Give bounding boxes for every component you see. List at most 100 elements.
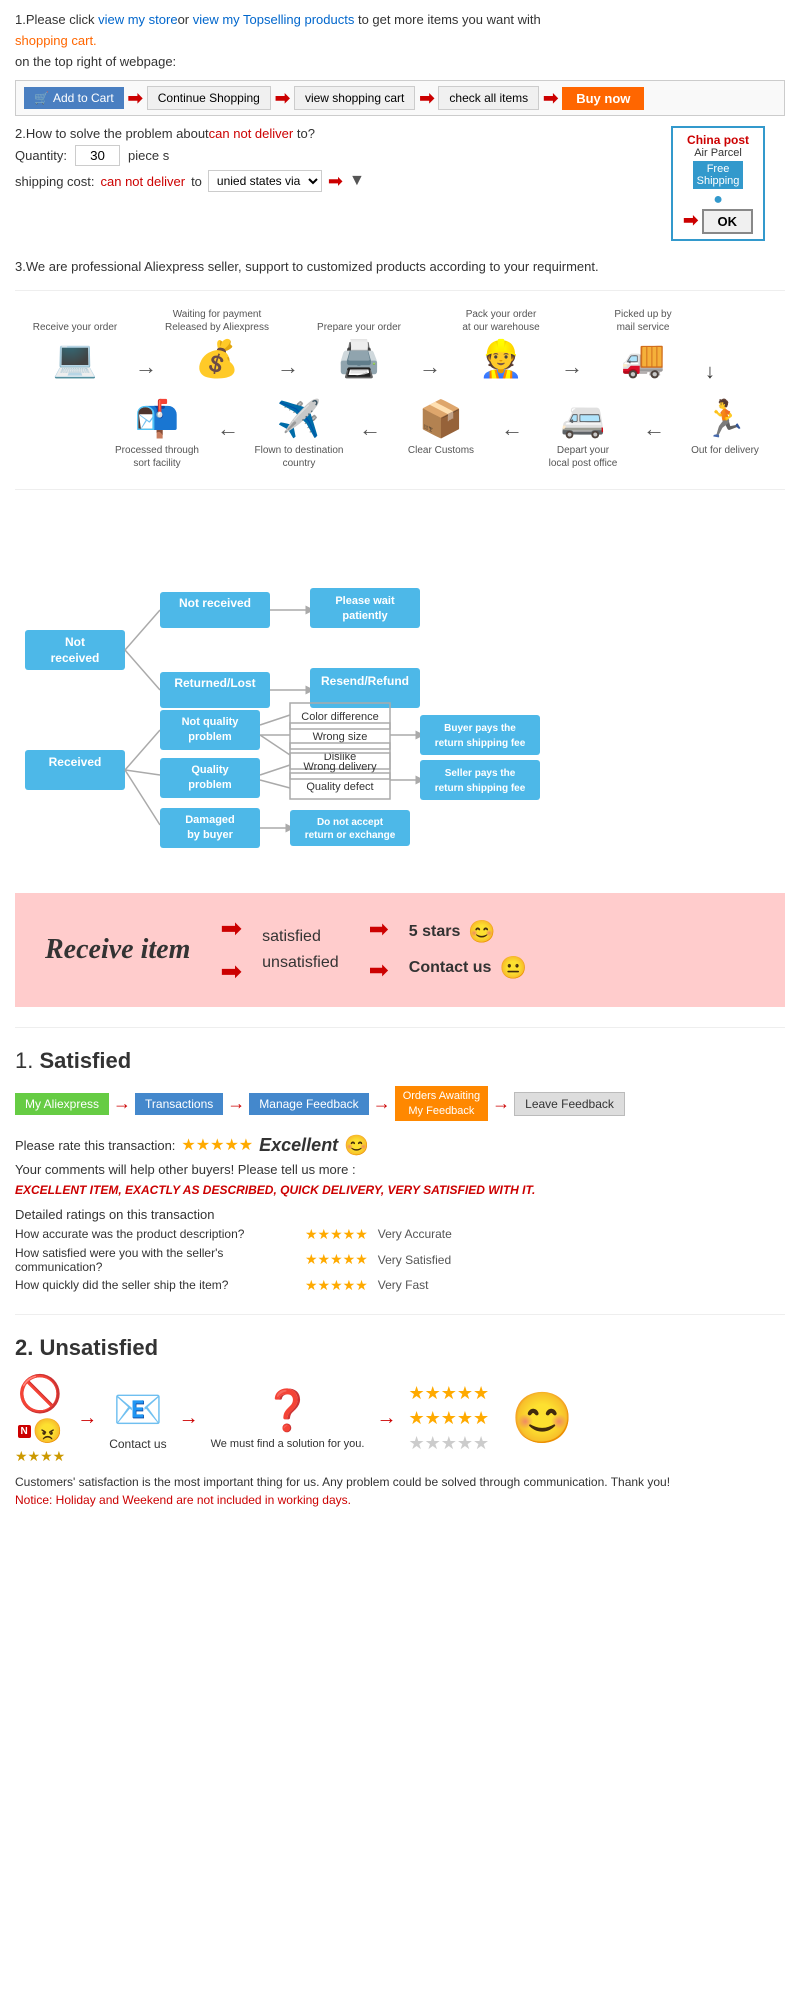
crumb-manage-feedback[interactable]: Manage Feedback [249, 1093, 368, 1115]
rate-label: Please rate this transaction: [15, 1138, 175, 1153]
row3-stars: ★★★★★ [305, 1277, 368, 1294]
proc-arrow-2: → [277, 356, 299, 378]
row3-label: How quickly did the seller ship the item… [15, 1278, 295, 1292]
shopping-cart-link[interactable]: shopping cart. [15, 33, 97, 48]
resolution-chart: Not received Not received Please wait pa… [15, 510, 765, 870]
arrow1-icon: ➡ [128, 88, 143, 109]
detail-row-3: How quickly did the seller ship the item… [15, 1277, 785, 1294]
unsat-arrow2-icon: → [179, 1407, 199, 1430]
can-not-deliver-text: can not deliver [209, 126, 294, 141]
full-stars-icon: ★★★★★ [408, 1383, 489, 1404]
quantity-input[interactable] [75, 145, 120, 166]
neutral-emoji: 😐 [499, 955, 526, 981]
svg-text:by buyer: by buyer [187, 829, 234, 841]
proc-item-9: ✈️ Flown to destinationcountry [239, 398, 359, 474]
check-items-button[interactable]: check all items [438, 86, 539, 110]
continue-shopping-button[interactable]: Continue Shopping [147, 86, 271, 110]
full-stars2-icon: ★★★★★ [408, 1408, 489, 1429]
ok-button[interactable]: OK [702, 209, 754, 234]
breadcrumb-flow: My Aliexpress → Transactions → Manage Fe… [15, 1086, 785, 1121]
svg-text:Please wait: Please wait [335, 595, 395, 607]
view-store-link[interactable]: view my store [98, 12, 177, 27]
section1: 1.Please click view my storeor view my T… [15, 10, 785, 116]
proc-item-10: 📬 Processed throughsort facility [97, 398, 217, 474]
svg-text:return or exchange: return or exchange [305, 830, 396, 841]
unsatisfied-label: unsatisfied [262, 954, 339, 972]
proc-arrow-8: ← [217, 418, 239, 440]
crumb-leave-feedback[interactable]: Leave Feedback [514, 1092, 625, 1116]
arrow2-icon: ➡ [275, 88, 290, 109]
svg-text:problem: problem [188, 731, 232, 743]
circle-icon: ● [683, 191, 753, 209]
proc-icon-6: 🏃 [703, 398, 748, 440]
svg-text:patiently: patiently [342, 610, 388, 622]
satisfied-title: 1. 1. SatisfiedSatisfied [15, 1048, 785, 1074]
crumb-arrow4: → [492, 1093, 510, 1114]
add-to-cart-button[interactable]: 🛒 Add to Cart [24, 87, 124, 109]
free-shipping-label: FreeShipping [693, 161, 744, 189]
crumb-arrow2: → [227, 1093, 245, 1114]
unsat-arrow1-icon: → [77, 1407, 97, 1430]
view-cart-button[interactable]: view shopping cart [294, 86, 415, 110]
proc-icon-8: 📦 [419, 398, 464, 440]
cart-flow: 🛒 Add to Cart ➡ Continue Shopping ➡ view… [15, 80, 785, 116]
qty-label: Quantity: [15, 148, 67, 163]
arrow4-icon: ➡ [543, 88, 558, 109]
china-post-title: China post [683, 133, 753, 147]
excellent-emoji: 😊 [344, 1133, 369, 1158]
buy-now-button[interactable]: Buy now [562, 87, 644, 110]
question-icon: ❓ [263, 1387, 313, 1434]
proc-arrow-6: ← [501, 418, 523, 440]
crumb-awaiting[interactable]: Orders AwaitingMy Feedback [395, 1086, 488, 1121]
row2-rating: Very Satisfied [378, 1253, 451, 1267]
crumb-my-aliexpress[interactable]: My Aliexpress [15, 1093, 109, 1115]
proc-icon-3: 🖨️ [337, 338, 382, 380]
empty-stars-icon: ★★★★★ [408, 1433, 489, 1454]
crumb-transactions[interactable]: Transactions [135, 1093, 223, 1115]
contact-us-unsat: Contact us [109, 1437, 166, 1451]
comment-note: Your comments will help other buyers! Pl… [15, 1162, 785, 1177]
proc-arrow-7: ← [359, 418, 381, 440]
svg-text:Not: Not [65, 635, 85, 649]
unsatisfied-section: 2. Unsatisfied 🚫 N 😠 ★★★★ → 📧 Contact us… [15, 1335, 785, 1507]
notice2-text: Notice: Holiday and Weekend are not incl… [15, 1493, 785, 1507]
row1-label: How accurate was the product description… [15, 1227, 295, 1241]
svg-text:return shipping fee: return shipping fee [435, 783, 526, 794]
row1-stars: ★★★★★ [305, 1226, 368, 1243]
svg-text:Not received: Not received [179, 596, 251, 610]
row2-label: How satisfied were you with the seller's… [15, 1246, 295, 1274]
proc-icon-4: 👷 [479, 338, 524, 380]
shipping-select[interactable]: unied states via [208, 170, 322, 192]
find-solution: We must find a solution for you. [211, 1438, 365, 1450]
proc-icon-1: 💻 [53, 338, 98, 380]
process-flow: Receive your order 💻 → Waiting for payme… [15, 306, 785, 474]
row1-rating: Very Accurate [378, 1227, 452, 1241]
svg-text:Do not accept: Do not accept [317, 817, 384, 828]
svg-text:Returned/Lost: Returned/Lost [174, 676, 255, 690]
stop-n: N [18, 1425, 31, 1438]
proc-label-3: Prepare your order [317, 306, 401, 334]
svg-text:problem: problem [188, 779, 232, 791]
proc-arrow-3: → [419, 356, 441, 378]
notice-section: Customers' satisfaction is the most impo… [15, 1475, 785, 1507]
contact-us-label: Contact us [409, 959, 492, 977]
proc-item-6: 🏃 Out for delivery [665, 398, 785, 461]
proc-item-2: Waiting for paymentReleased by Aliexpres… [157, 306, 277, 380]
section1-text4: on the top right of webpage: [15, 52, 785, 73]
svg-text:Seller pays the: Seller pays the [445, 768, 516, 779]
proc-item-4: Pack your orderat our warehouse 👷 [441, 306, 561, 380]
arrow-sat-icon: ➡ [369, 915, 389, 944]
svg-text:return shipping fee: return shipping fee [435, 738, 526, 749]
crumb-arrow1: → [113, 1093, 131, 1114]
svg-text:Received: Received [49, 755, 102, 769]
proc-arrow-4: → [561, 356, 583, 378]
topselling-link[interactable]: view my Topselling products [193, 12, 355, 27]
no-sign-icon: 🚫 [18, 1373, 63, 1415]
section2-title: 2.How to solve the problem about [15, 126, 209, 141]
proc-icon-10: 📬 [135, 398, 180, 440]
svg-text:Wrong size: Wrong size [313, 731, 368, 743]
detail-row-1: How accurate was the product description… [15, 1226, 785, 1243]
svg-text:Quality: Quality [191, 764, 229, 776]
section3-text: 3.We are professional Aliexpress seller,… [15, 259, 785, 274]
detailed-ratings: Detailed ratings on this transaction How… [15, 1207, 785, 1294]
